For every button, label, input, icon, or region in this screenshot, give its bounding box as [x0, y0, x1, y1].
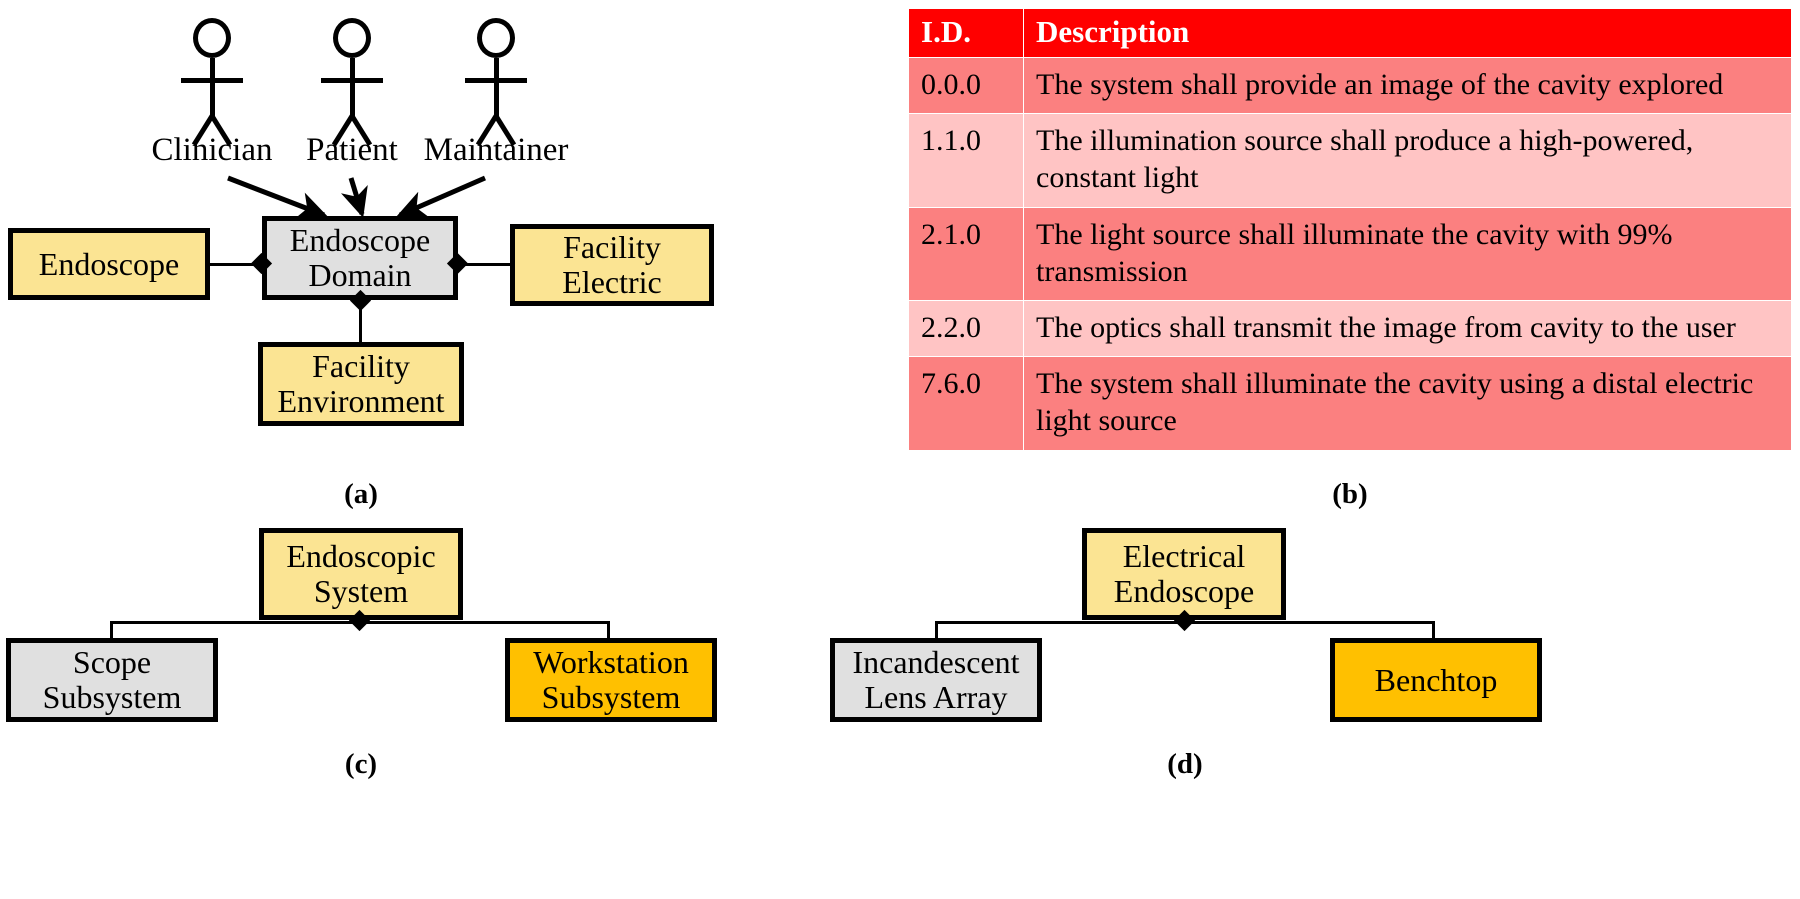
cell-id: 7.6.0 [908, 356, 1024, 451]
table-row[interactable]: 1.1.0 The illumination source shall prod… [908, 113, 1792, 208]
table-row[interactable]: 2.2.0 The optics shall transmit the imag… [908, 300, 1792, 358]
actor-body-icon [349, 58, 355, 120]
actor-arms-icon [321, 78, 383, 83]
caption-panel-a: (a) [344, 478, 378, 510]
cell-description: The light source shall illuminate the ca… [1023, 206, 1792, 302]
table-header-row: I.D. Description [908, 7, 1792, 59]
actor-label-clinician: Clinician [151, 132, 273, 168]
requirements-table: I.D. Description 0.0.0 The system shall … [908, 7, 1792, 451]
cell-description: The illumination source shall produce a … [1023, 113, 1792, 208]
table-row[interactable]: 0.0.0 The system shall provide an image … [908, 57, 1792, 115]
table-row[interactable]: 7.6.0 The system shall illuminate the ca… [908, 356, 1792, 451]
node-workstation-subsystem[interactable]: Workstation Subsystem [505, 638, 717, 722]
table-row[interactable]: 2.1.0 The light source shall illuminate … [908, 206, 1792, 302]
cell-id: 0.0.0 [908, 57, 1024, 115]
node-facility-environment[interactable]: Facility Environment [258, 342, 464, 426]
actor-head-icon [193, 18, 231, 58]
actor-head-icon [333, 18, 371, 58]
caption-panel-c: (c) [344, 748, 378, 780]
actor-head-icon [477, 18, 515, 58]
actor-arms-icon [465, 78, 527, 83]
cell-id: 2.2.0 [908, 300, 1024, 358]
node-incandescent-lens-array[interactable]: Incandescent Lens Array [830, 638, 1042, 722]
actor-maintainer [465, 18, 527, 150]
node-endoscope[interactable]: Endoscope [8, 228, 210, 300]
actor-patient [321, 18, 383, 150]
actor-arms-icon [181, 78, 243, 83]
caption-panel-b: (b) [1332, 478, 1368, 510]
cell-id: 1.1.0 [908, 113, 1024, 208]
node-endoscope-domain[interactable]: Endoscope Domain [262, 216, 458, 300]
caption-panel-d: (d) [1167, 748, 1203, 780]
figure-canvas: Clinician Patient Maintainer Endoscope E… [0, 0, 1800, 899]
column-header-id: I.D. [908, 7, 1024, 59]
cell-id: 2.1.0 [908, 206, 1024, 302]
node-scope-subsystem[interactable]: Scope Subsystem [6, 638, 218, 722]
column-header-description: Description [1023, 7, 1792, 59]
node-electrical-endoscope[interactable]: Electrical Endoscope [1082, 528, 1286, 620]
node-facility-electric[interactable]: Facility Electric [510, 224, 714, 306]
node-benchtop[interactable]: Benchtop [1330, 638, 1542, 722]
cell-description: The system shall illuminate the cavity u… [1023, 356, 1792, 451]
actor-body-icon [493, 58, 499, 120]
node-endoscopic-system[interactable]: Endoscopic System [259, 528, 463, 620]
actor-label-patient: Patient [306, 132, 398, 168]
actor-body-icon [209, 58, 215, 120]
actor-clinician [181, 18, 243, 150]
actor-label-maintainer: Maintainer [423, 132, 569, 168]
cell-description: The optics shall transmit the image from… [1023, 300, 1792, 358]
cell-description: The system shall provide an image of the… [1023, 57, 1792, 115]
